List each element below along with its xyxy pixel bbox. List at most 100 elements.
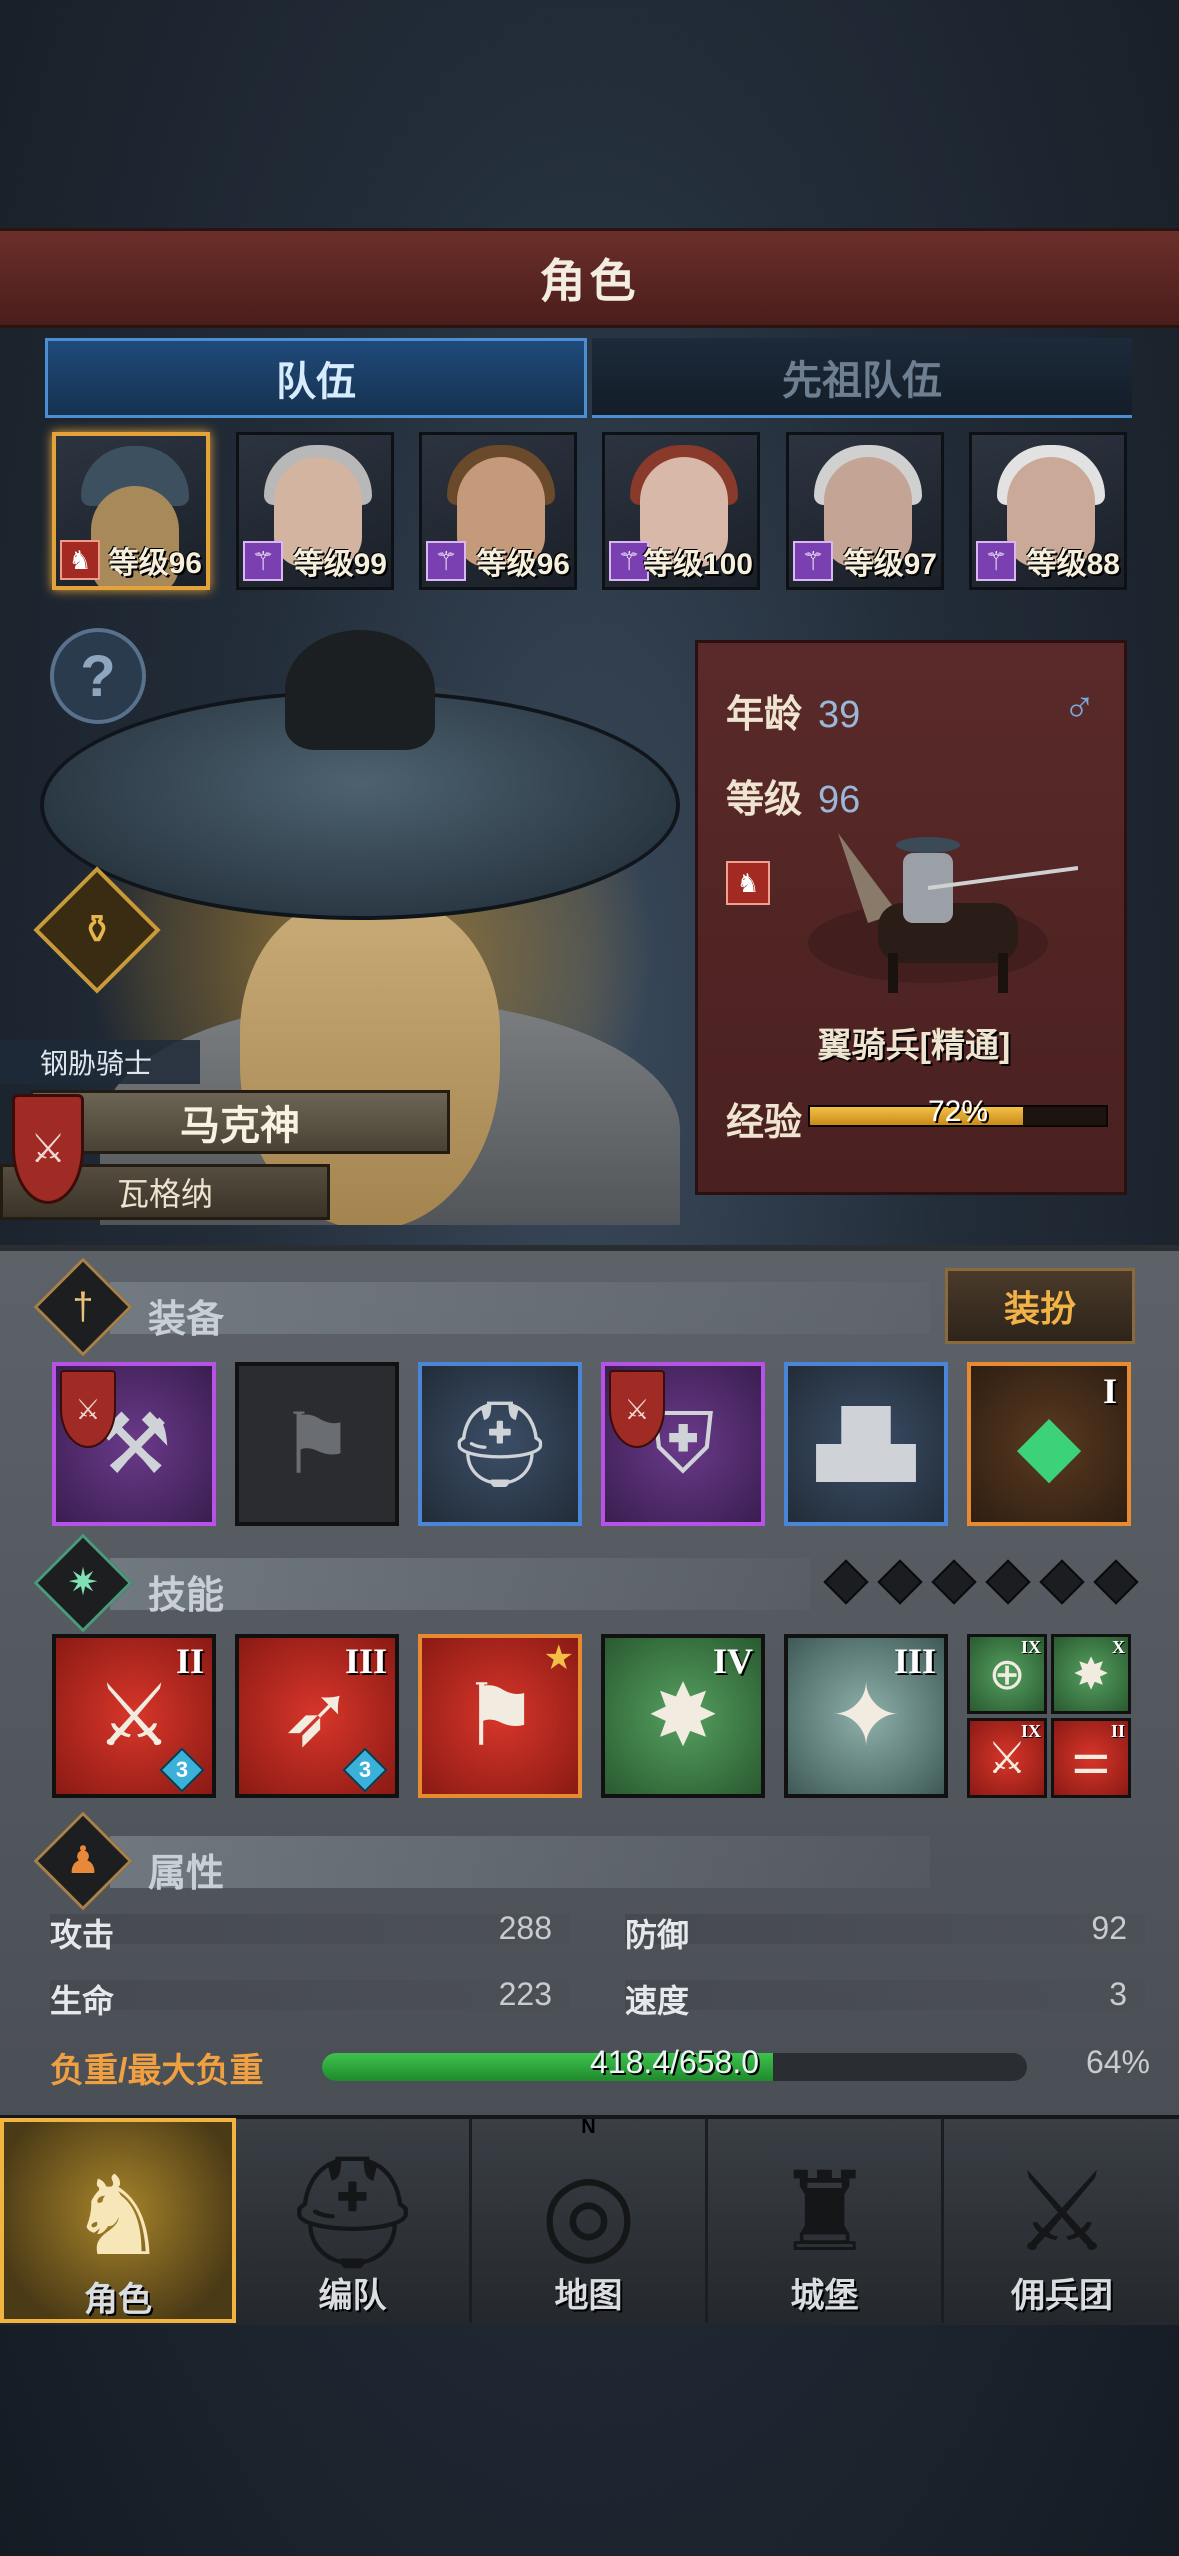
compass-icon: ◎ <box>540 2151 637 2274</box>
skills-title: 技能 <box>148 1575 225 1617</box>
passive-skill-1[interactable]: ⊕ IX <box>967 1634 1047 1714</box>
speed-value: 3 <box>1109 1976 1127 2012</box>
castle-icon: ♜ <box>775 2151 874 2274</box>
skill-tier: IX <box>1020 1721 1041 1741</box>
team-member-level: 等级100 <box>642 548 753 581</box>
nav-label: 地图 <box>554 2277 623 2315</box>
nav-label: 编队 <box>318 2277 387 2315</box>
equip-slot-weapon[interactable]: ⚒ ⚔ <box>52 1362 216 1526</box>
nav-label: 城堡 <box>790 2277 859 2315</box>
age-label: 年龄 <box>726 694 803 736</box>
staff-icon: ⚚ <box>793 541 833 581</box>
nav-mercenaries[interactable]: ⚔ 佣兵团 <box>944 2118 1179 2323</box>
horse-icon: ♞ <box>60 540 100 580</box>
age-row: 年龄 39 <box>726 683 860 738</box>
mercenary-icon: ⚔ <box>1012 2151 1112 2274</box>
helmet-icon: ⛑ <box>282 2151 423 2274</box>
unit-name: 翼骑兵[精通] <box>817 1027 1011 1065</box>
hero-class-title: 钢胁骑士 <box>0 1040 200 1084</box>
skill-tier: X <box>1112 1637 1125 1657</box>
team-member-level: 等级96 <box>476 548 570 581</box>
team-member-4[interactable]: ⚚ 等级100 <box>602 432 760 590</box>
star-icon: ★ <box>543 1639 574 1677</box>
team-member-level: 等级99 <box>293 548 387 581</box>
hero-shield-icon: ⚔ <box>12 1094 84 1204</box>
defense-label: 防御 <box>625 1917 690 1953</box>
equip-slot-crystal[interactable]: ◆ I <box>967 1362 1131 1526</box>
passive-skill-2[interactable]: ✸ X <box>1051 1634 1131 1714</box>
attributes-title: 属性 <box>148 1853 225 1895</box>
boots-icon: ▟▙ <box>816 1407 916 1480</box>
shield-icon: ⚔ <box>60 1370 116 1448</box>
nav-map[interactable]: N ◎ 地图 <box>472 2116 708 2323</box>
hero-name: 马克神 <box>30 1090 450 1154</box>
page-title: 角色 <box>539 255 640 307</box>
cavalry-icon: ♞ <box>726 861 770 905</box>
skill-tier: IX <box>1020 1637 1041 1657</box>
equip-slot-helmet[interactable]: ⛑ <box>418 1362 582 1526</box>
load-label: 负重/最大负重 <box>50 2052 264 2090</box>
gem-count: 3 <box>358 1757 372 1782</box>
skill-tier: III <box>344 1641 387 1681</box>
team-member-level: 等级97 <box>843 548 937 581</box>
gem-count: 3 <box>175 1757 189 1782</box>
load-value: 418.4/658.0 <box>589 2044 760 2080</box>
staff-icon: ⚚ <box>426 541 466 581</box>
nav-label: 角色 <box>84 2281 152 2319</box>
equipment-title: 装备 <box>148 1299 225 1341</box>
team-member-6[interactable]: ⚚ 等级88 <box>969 432 1127 590</box>
nav-formation[interactable]: ⛑ 编队 <box>236 2118 472 2323</box>
hero-info-card: 年龄 39 ♂ 等级 96 ♞ 翼骑兵[精通] 经验 72% <box>695 640 1127 1195</box>
attack-value: 288 <box>498 1910 552 1946</box>
title-banner: 角色 <box>0 228 1179 328</box>
compass-north-label: N <box>581 2116 596 2138</box>
passive-skill-3[interactable]: ⚔ IX <box>967 1718 1047 1798</box>
tab-team[interactable]: 队伍 <box>45 338 587 418</box>
banner-icon: ⚑ <box>279 1397 355 1491</box>
knight-icon: ♞ <box>68 2155 168 2278</box>
equip-slot-boots[interactable]: ▟▙ <box>784 1362 948 1526</box>
nav-castle[interactable]: ♜ 城堡 <box>708 2118 944 2323</box>
staff-icon: ⚚ <box>976 541 1016 581</box>
load-percent: 64% <box>1085 2044 1150 2080</box>
helmet-icon: ⛑ <box>446 1396 554 1491</box>
exp-label: 经验 <box>726 1102 803 1144</box>
exp-percent: 72% <box>927 1095 989 1128</box>
skill-tier: II <box>1110 1721 1125 1741</box>
skill-3[interactable]: ⚑ ★ <box>418 1634 582 1798</box>
skill-2[interactable]: ➶ III 3 <box>235 1634 399 1798</box>
skill-tier: III <box>893 1641 936 1681</box>
skill-4[interactable]: ✸ IV <box>601 1634 765 1798</box>
skill-tier: IV <box>712 1641 753 1681</box>
team-member-level: 等级96 <box>108 547 202 580</box>
shield-icon: ⚔ <box>609 1370 665 1448</box>
equip-slot-armor[interactable]: ⛨ ⚔ <box>601 1362 765 1526</box>
section-header-bg <box>110 1282 930 1334</box>
section-header-bg <box>110 1836 930 1888</box>
dress-up-button[interactable]: 装扮 <box>945 1268 1135 1344</box>
winged-hussar-unit-image <box>808 833 1078 993</box>
help-icon[interactable]: ? <box>50 628 146 724</box>
skill-1[interactable]: ⚔ II 3 <box>52 1634 216 1798</box>
team-member-5[interactable]: ⚚ 等级97 <box>786 432 944 590</box>
speed-label: 速度 <box>625 1983 690 2019</box>
team-member-1[interactable]: ♞ 等级96 <box>52 432 210 590</box>
equip-slot-banner[interactable]: ⚑ <box>235 1362 399 1526</box>
age-value: 39 <box>818 694 861 736</box>
defense-value: 92 <box>1091 1910 1127 1946</box>
team-member-3[interactable]: ⚚ 等级96 <box>419 432 577 590</box>
tab-ancestor-team[interactable]: 先祖队伍 <box>592 338 1132 418</box>
nav-label: 佣兵团 <box>1011 2277 1113 2315</box>
skill-tier: II <box>175 1641 204 1681</box>
hp-value: 223 <box>498 1976 552 2012</box>
hp-label: 生命 <box>50 1983 115 2019</box>
team-member-2[interactable]: ⚚ 等级99 <box>236 432 394 590</box>
nav-character[interactable]: ♞ 角色 <box>0 2118 236 2323</box>
skill-5[interactable]: ✦ III <box>784 1634 948 1798</box>
tier-label: I <box>1102 1371 1117 1411</box>
passive-skill-4[interactable]: ⚌ II <box>1051 1718 1131 1798</box>
team-member-level: 等级88 <box>1026 548 1120 581</box>
staff-icon: ⚚ <box>243 541 283 581</box>
male-icon: ♂ <box>1063 683 1096 732</box>
attack-label: 攻击 <box>50 1917 115 1953</box>
